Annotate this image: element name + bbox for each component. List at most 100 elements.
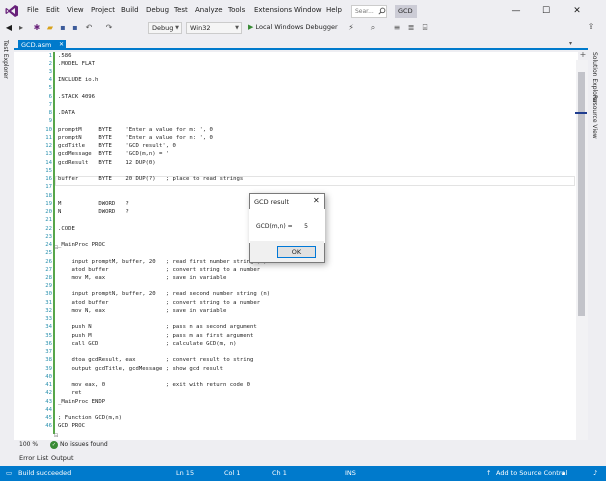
code-line[interactable]: atod buffer ; convert string to a number: [58, 300, 260, 306]
line-number: 39: [45, 365, 52, 372]
line-number: 32: [45, 307, 52, 314]
menu-debug[interactable]: Debug: [146, 6, 169, 14]
menu-extensions[interactable]: Extensions: [254, 6, 292, 14]
menu-file[interactable]: File: [27, 6, 39, 14]
code-line[interactable]: _MainProc PROC: [58, 242, 105, 248]
notifications-bell-icon[interactable]: ♪: [593, 469, 597, 477]
line-number: 28: [45, 274, 52, 281]
code-line[interactable]: ret: [58, 390, 81, 396]
code-line[interactable]: input promptM, buffer, 20 ; read first n…: [58, 259, 266, 265]
open-folder-icon[interactable]: ▰: [45, 23, 55, 33]
close-tab-icon[interactable]: ✕: [59, 41, 64, 48]
minimize-button[interactable]: —: [510, 5, 522, 17]
resource-view-tab[interactable]: Resource View: [591, 95, 598, 139]
back-icon[interactable]: ◀: [4, 23, 14, 33]
fold-icon[interactable]: ⊟: [54, 433, 58, 439]
code-line[interactable]: gcdResult BYTE 12 DUP(0): [58, 160, 156, 166]
start-debugging-button[interactable]: ▶ Local Windows Debugger: [248, 22, 338, 34]
new-project-icon[interactable]: ✱: [32, 23, 42, 33]
line-number: 33: [45, 316, 52, 323]
menu-test[interactable]: Test: [174, 6, 188, 14]
code-line[interactable]: mov eax, 0 ; exit with return code 0: [58, 382, 250, 388]
menu-view[interactable]: View: [67, 6, 84, 14]
line-number: 27: [45, 266, 52, 273]
platform-select[interactable]: Win32 ▼: [186, 22, 242, 34]
visual-studio-logo-icon[interactable]: [5, 4, 19, 18]
close-button[interactable]: ✕: [571, 5, 583, 17]
tab-error-list[interactable]: Error List: [19, 454, 48, 462]
undo-icon[interactable]: ↶: [84, 23, 94, 33]
code-line[interactable]: mov M, eax ; save in variable: [58, 275, 226, 281]
code-line[interactable]: .CODE: [58, 226, 75, 232]
code-line[interactable]: ; Function GCD(m,n): [58, 415, 122, 421]
line-number: 24: [45, 242, 52, 249]
scrollbar-caret-marker: [575, 112, 587, 114]
status-line[interactable]: Ln 15: [176, 469, 194, 477]
dialog-close-icon[interactable]: ✕: [313, 196, 320, 205]
scrollbar-thumb[interactable]: [578, 72, 585, 316]
menu-build[interactable]: Build: [121, 6, 139, 14]
menu-help[interactable]: Help: [326, 6, 342, 14]
hot-reload-icon[interactable]: ⚡: [346, 23, 356, 33]
zoom-select[interactable]: 100 %: [19, 441, 38, 448]
save-icon[interactable]: ▪: [58, 23, 68, 33]
line-number: 43: [45, 398, 52, 405]
code-line[interactable]: dtoa gcdResult, eax ; convert result to …: [58, 357, 253, 363]
menu-analyze[interactable]: Analyze: [195, 6, 223, 14]
menu-edit[interactable]: Edit: [46, 6, 60, 14]
menu-project[interactable]: Project: [91, 6, 115, 14]
issues-indicator[interactable]: No issues found: [60, 441, 108, 448]
line-number: 5: [48, 85, 52, 92]
code-line[interactable]: buffer BYTE 20 DUP(?) ; place to read st…: [58, 176, 243, 182]
comment-icon[interactable]: ≡: [392, 23, 402, 33]
test-explorer-tab[interactable]: Test Explorer: [2, 40, 9, 79]
code-line[interactable]: INCLUDE io.h: [58, 77, 98, 83]
status-ins[interactable]: INS: [345, 469, 356, 477]
bookmark-icon[interactable]: ⌸: [420, 23, 430, 33]
live-share-icon[interactable]: ⇪: [585, 22, 597, 34]
code-line[interactable]: promptM BYTE 'Enter a value for m: ', 0: [58, 127, 213, 133]
code-line[interactable]: _MainProc ENDP: [58, 399, 105, 405]
line-number: 35: [45, 332, 52, 339]
status-ch[interactable]: Ch 1: [272, 469, 287, 477]
code-line[interactable]: M DWORD ?: [58, 201, 129, 207]
split-editor-icon[interactable]: +: [578, 50, 588, 60]
code-line[interactable]: .STACK 4096: [58, 94, 95, 100]
status-col[interactable]: Col 1: [224, 469, 241, 477]
chevron-down-icon: ▼: [175, 25, 179, 31]
menu-tools[interactable]: Tools: [228, 6, 245, 14]
menu-window[interactable]: Window: [294, 6, 322, 14]
tab-output[interactable]: Output: [51, 454, 74, 462]
code-line[interactable]: push N ; pass n as second argument: [58, 324, 256, 330]
line-number: 18: [45, 192, 52, 199]
search-icon[interactable]: [378, 7, 386, 15]
line-number: 17: [45, 184, 52, 191]
code-line[interactable]: mov N, eax ; save in variable: [58, 308, 226, 314]
code-line[interactable]: promptN BYTE 'Enter a value for n: ', 0: [58, 135, 213, 141]
play-icon: ▶: [248, 23, 254, 31]
save-all-icon[interactable]: ▪: [70, 23, 80, 33]
configuration-select[interactable]: Debug ▼: [148, 22, 182, 34]
find-icon[interactable]: ⌕: [368, 23, 378, 33]
code-line[interactable]: N DWORD ?: [58, 209, 129, 215]
code-line[interactable]: .MODEL FLAT: [58, 61, 95, 67]
code-line[interactable]: GCD PROC: [58, 423, 85, 429]
document-tab-row: [14, 38, 588, 50]
code-line[interactable]: .586: [58, 53, 71, 59]
code-line[interactable]: .DATA: [58, 110, 75, 116]
forward-icon[interactable]: ▸: [16, 23, 26, 33]
redo-icon[interactable]: ↷: [104, 23, 114, 33]
code-line[interactable]: push M ; pass m as first argument: [58, 333, 253, 339]
code-line[interactable]: call GCD ; calculate GCD(m, n): [58, 341, 236, 347]
code-line[interactable]: gcdMessage BYTE 'GCD(m,n) = ': [58, 151, 169, 157]
code-line[interactable]: input promptN, buffer, 20 ; read second …: [58, 291, 270, 297]
code-line[interactable]: output gcdTitle, gcdMessage ; show gcd r…: [58, 366, 223, 372]
add-to-source-control-button[interactable]: Add to Source Control: [496, 469, 567, 477]
tab-overflow-icon[interactable]: ▾: [569, 40, 572, 47]
code-line[interactable]: atod buffer ; convert string to a number: [58, 267, 260, 273]
line-number: 45: [45, 415, 52, 422]
uncomment-icon[interactable]: ≣: [406, 23, 416, 33]
maximize-button[interactable]: ☐: [540, 5, 552, 17]
ok-button[interactable]: OK: [277, 246, 316, 258]
code-line[interactable]: gcdTitle BYTE 'GCD result', 0: [58, 143, 176, 149]
